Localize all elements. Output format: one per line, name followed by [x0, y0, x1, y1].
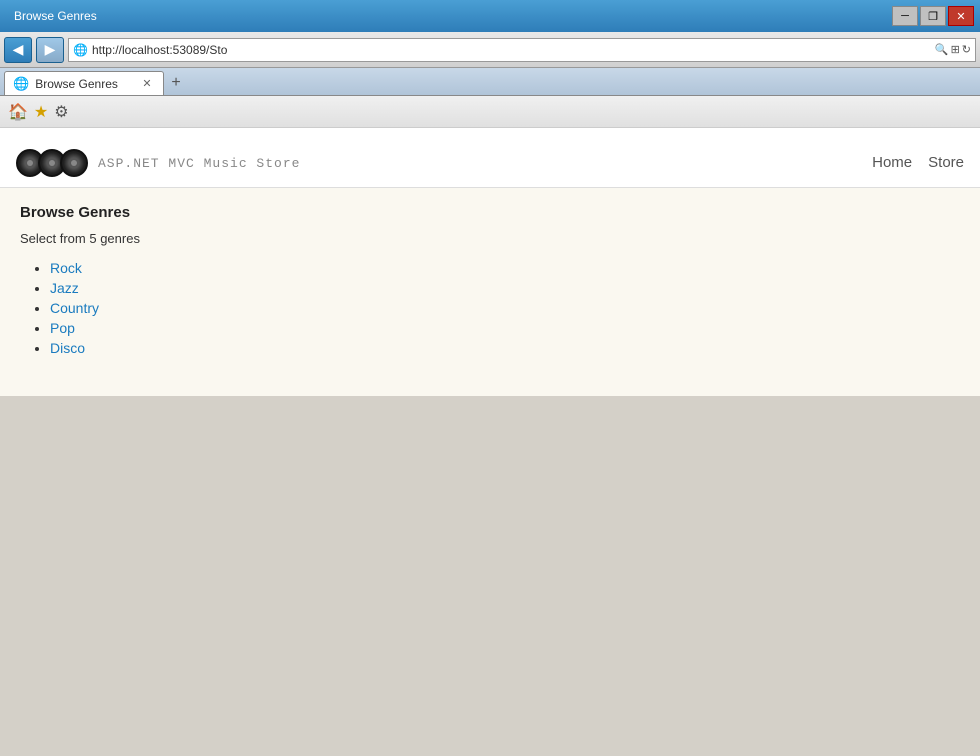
genre-list: Rock Jazz Country Pop Disco — [20, 260, 960, 356]
main-content: Browse Genres Select from 5 genres Rock J… — [0, 188, 980, 396]
site-header: ASP.NET MVC Music Store Home Store — [0, 128, 980, 188]
ie-icon: 🌐 — [73, 43, 88, 57]
page-area: ASP.NET MVC Music Store Home Store Brows… — [0, 128, 980, 756]
close-button[interactable]: ✕ — [948, 6, 974, 26]
toolbar-icons: 🏠 ★ ⚙ — [8, 102, 69, 122]
genre-link[interactable]: Jazz — [50, 280, 79, 296]
address-text: http://localhost:53089/Sto — [92, 43, 931, 57]
genre-link[interactable]: Pop — [50, 320, 75, 336]
address-icons: 🔍 ⊞ ↻ — [935, 43, 971, 56]
disc-3 — [60, 149, 88, 177]
title-bar-left: Browse Genres — [6, 9, 97, 23]
genre-link[interactable]: Rock — [50, 260, 82, 276]
page-footer — [0, 396, 980, 756]
address-bar[interactable]: 🌐 http://localhost:53089/Sto 🔍 ⊞ ↻ — [68, 38, 976, 62]
tab-ie-icon: 🌐 — [13, 76, 29, 92]
tab-label: Browse Genres — [35, 77, 118, 91]
title-bar: Browse Genres ─ ❐ ✕ — [0, 0, 980, 32]
forward-button[interactable]: ▶ — [36, 37, 64, 63]
tab-bar: 🌐 Browse Genres ✕ + — [0, 68, 980, 96]
site-nav: Home Store — [872, 154, 964, 171]
title-bar-text: Browse Genres — [14, 9, 97, 23]
list-item[interactable]: Pop — [50, 320, 960, 336]
genre-count: Select from 5 genres — [20, 231, 960, 246]
search-icon[interactable]: 🔍 — [935, 43, 949, 56]
genre-link[interactable]: Disco — [50, 340, 85, 356]
site-title: ASP.NET MVC Music Store — [98, 156, 300, 171]
settings-icon[interactable]: ⚙ — [54, 102, 68, 122]
page-heading: Browse Genres — [20, 204, 960, 221]
back-button[interactable]: ◀ — [4, 37, 32, 63]
list-item[interactable]: Jazz — [50, 280, 960, 296]
logo-area: ASP.NET MVC Music Store — [16, 149, 300, 177]
active-tab[interactable]: 🌐 Browse Genres ✕ — [4, 71, 164, 95]
list-item[interactable]: Disco — [50, 340, 960, 356]
genre-link[interactable]: Country — [50, 300, 99, 316]
home-icon[interactable]: 🏠 — [8, 102, 28, 122]
nav-store-link[interactable]: Store — [928, 154, 964, 171]
toolbar: 🏠 ★ ⚙ — [0, 96, 980, 128]
restore-button[interactable]: ❐ — [920, 6, 946, 26]
list-item[interactable]: Country — [50, 300, 960, 316]
new-tab-button[interactable]: + — [164, 71, 188, 95]
compat-icon[interactable]: ⊞ — [951, 43, 960, 56]
browser-window: Browse Genres ─ ❐ ✕ ◀ ▶ 🌐 http://localho… — [0, 0, 980, 756]
tab-close-button[interactable]: ✕ — [139, 76, 155, 92]
list-item[interactable]: Rock — [50, 260, 960, 276]
logo-discs — [16, 149, 88, 177]
window-controls: ─ ❐ ✕ — [892, 6, 974, 26]
nav-bar: ◀ ▶ 🌐 http://localhost:53089/Sto 🔍 ⊞ ↻ — [0, 32, 980, 68]
minimize-button[interactable]: ─ — [892, 6, 918, 26]
refresh-icon[interactable]: ↻ — [962, 43, 971, 56]
nav-home-link[interactable]: Home — [872, 154, 912, 171]
favorites-star-icon[interactable]: ★ — [34, 102, 48, 122]
